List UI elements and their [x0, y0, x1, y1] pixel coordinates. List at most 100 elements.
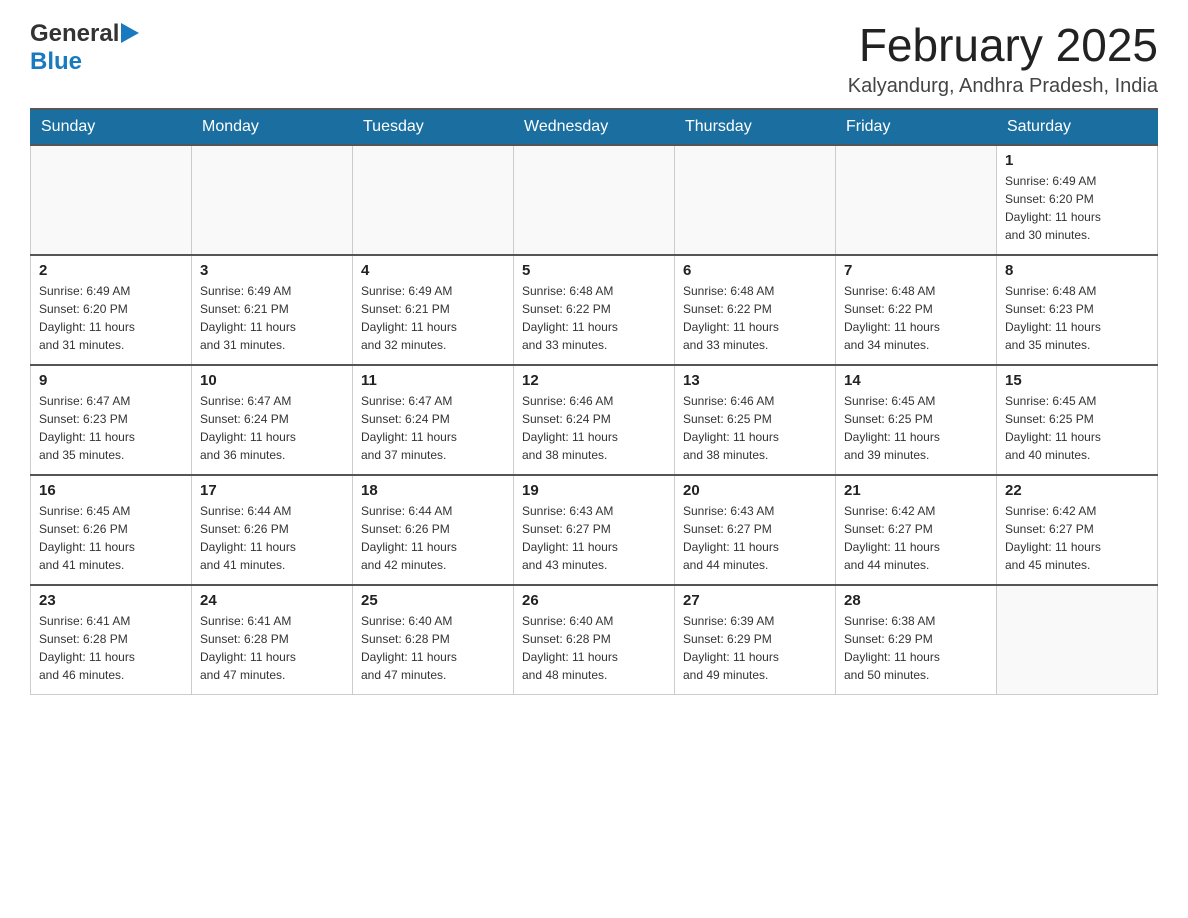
calendar-cell: 2 Sunrise: 6:49 AM Sunset: 6:20 PM Daylig…	[31, 255, 192, 365]
calendar-cell: 15 Sunrise: 6:45 AM Sunset: 6:25 PM Dayli…	[997, 365, 1158, 475]
day-info: Sunrise: 6:40 AM Sunset: 6:28 PM Dayligh…	[361, 612, 505, 684]
day-info: Sunrise: 6:49 AM Sunset: 6:21 PM Dayligh…	[361, 282, 505, 354]
calendar-cell: 14 Sunrise: 6:45 AM Sunset: 6:25 PM Dayli…	[836, 365, 997, 475]
logo-general-text: General	[30, 20, 119, 48]
calendar-cell: 18Sunrise: 6:44 AM Sunset: 6:26 PM Dayli…	[353, 475, 514, 585]
calendar-cell: 26Sunrise: 6:40 AM Sunset: 6:28 PM Dayli…	[514, 585, 675, 695]
day-info: Sunrise: 6:48 AM Sunset: 6:22 PM Dayligh…	[683, 282, 827, 354]
day-info: Sunrise: 6:44 AM Sunset: 6:26 PM Dayligh…	[200, 502, 344, 574]
calendar-cell: 1 Sunrise: 6:49 AM Sunset: 6:20 PM Daylig…	[997, 145, 1158, 255]
day-number: 13	[683, 372, 827, 389]
day-info: Sunrise: 6:47 AM Sunset: 6:23 PM Dayligh…	[39, 392, 183, 464]
calendar-cell: 12 Sunrise: 6:46 AM Sunset: 6:24 PM Dayli…	[514, 365, 675, 475]
day-number: 22	[1005, 482, 1149, 499]
calendar-cell: 17 Sunrise: 6:44 AM Sunset: 6:26 PM Dayli…	[192, 475, 353, 585]
weekday-header-thursday: Thursday	[675, 109, 836, 145]
day-number: 3	[200, 262, 344, 279]
day-number: 1	[1005, 152, 1149, 169]
calendar-cell: 9Sunrise: 6:47 AM Sunset: 6:23 PM Daylig…	[31, 365, 192, 475]
calendar-cell: 10Sunrise: 6:47 AM Sunset: 6:24 PM Dayli…	[192, 365, 353, 475]
day-number: 20	[683, 482, 827, 499]
calendar-header-row: SundayMondayTuesdayWednesdayThursdayFrid…	[31, 109, 1158, 145]
day-number: 17	[200, 482, 344, 499]
calendar-cell: 5Sunrise: 6:48 AM Sunset: 6:22 PM Daylig…	[514, 255, 675, 365]
day-number: 6	[683, 262, 827, 279]
day-info: Sunrise: 6:42 AM Sunset: 6:27 PM Dayligh…	[1005, 502, 1149, 574]
calendar-cell: 7 Sunrise: 6:48 AM Sunset: 6:22 PM Daylig…	[836, 255, 997, 365]
calendar-cell: 4 Sunrise: 6:49 AM Sunset: 6:21 PM Daylig…	[353, 255, 514, 365]
day-number: 14	[844, 372, 988, 389]
calendar-cell: 8 Sunrise: 6:48 AM Sunset: 6:23 PM Daylig…	[997, 255, 1158, 365]
day-number: 23	[39, 592, 183, 609]
day-info: Sunrise: 6:38 AM Sunset: 6:29 PM Dayligh…	[844, 612, 988, 684]
calendar-cell: 21 Sunrise: 6:42 AM Sunset: 6:27 PM Dayli…	[836, 475, 997, 585]
logo-blue-text: Blue	[30, 48, 82, 75]
calendar-cell: 25 Sunrise: 6:40 AM Sunset: 6:28 PM Dayli…	[353, 585, 514, 695]
logo-arrow-icon	[121, 23, 139, 48]
day-number: 11	[361, 372, 505, 389]
weekday-header-friday: Friday	[836, 109, 997, 145]
day-number: 2	[39, 262, 183, 279]
logo: General Blue	[30, 20, 139, 76]
day-info: Sunrise: 6:41 AM Sunset: 6:28 PM Dayligh…	[200, 612, 344, 684]
week-row-3: 9Sunrise: 6:47 AM Sunset: 6:23 PM Daylig…	[31, 365, 1158, 475]
calendar-cell	[836, 145, 997, 255]
day-info: Sunrise: 6:45 AM Sunset: 6:25 PM Dayligh…	[844, 392, 988, 464]
calendar-cell: 6 Sunrise: 6:48 AM Sunset: 6:22 PM Daylig…	[675, 255, 836, 365]
week-row-4: 16 Sunrise: 6:45 AM Sunset: 6:26 PM Dayli…	[31, 475, 1158, 585]
day-number: 15	[1005, 372, 1149, 389]
day-info: Sunrise: 6:48 AM Sunset: 6:22 PM Dayligh…	[844, 282, 988, 354]
calendar-cell	[353, 145, 514, 255]
day-info: Sunrise: 6:49 AM Sunset: 6:20 PM Dayligh…	[1005, 172, 1149, 244]
day-info: Sunrise: 6:47 AM Sunset: 6:24 PM Dayligh…	[361, 392, 505, 464]
location-title: Kalyandurg, Andhra Pradesh, India	[848, 75, 1158, 98]
day-info: Sunrise: 6:49 AM Sunset: 6:21 PM Dayligh…	[200, 282, 344, 354]
calendar-cell: 11 Sunrise: 6:47 AM Sunset: 6:24 PM Dayli…	[353, 365, 514, 475]
day-number: 25	[361, 592, 505, 609]
weekday-header-tuesday: Tuesday	[353, 109, 514, 145]
day-number: 24	[200, 592, 344, 609]
weekday-header-wednesday: Wednesday	[514, 109, 675, 145]
calendar-cell: 24 Sunrise: 6:41 AM Sunset: 6:28 PM Dayli…	[192, 585, 353, 695]
day-info: Sunrise: 6:46 AM Sunset: 6:24 PM Dayligh…	[522, 392, 666, 464]
calendar-cell	[192, 145, 353, 255]
day-number: 4	[361, 262, 505, 279]
calendar-cell: 27 Sunrise: 6:39 AM Sunset: 6:29 PM Dayli…	[675, 585, 836, 695]
weekday-header-saturday: Saturday	[997, 109, 1158, 145]
calendar-cell: 16 Sunrise: 6:45 AM Sunset: 6:26 PM Dayli…	[31, 475, 192, 585]
week-row-1: 1 Sunrise: 6:49 AM Sunset: 6:20 PM Daylig…	[31, 145, 1158, 255]
calendar-cell: 22 Sunrise: 6:42 AM Sunset: 6:27 PM Dayli…	[997, 475, 1158, 585]
calendar-cell: 19 Sunrise: 6:43 AM Sunset: 6:27 PM Dayli…	[514, 475, 675, 585]
day-number: 8	[1005, 262, 1149, 279]
week-row-5: 23 Sunrise: 6:41 AM Sunset: 6:28 PM Dayli…	[31, 585, 1158, 695]
calendar-cell: 20Sunrise: 6:43 AM Sunset: 6:27 PM Dayli…	[675, 475, 836, 585]
page-header: General Blue February 2025 Kalyandurg, A…	[30, 20, 1158, 98]
day-info: Sunrise: 6:42 AM Sunset: 6:27 PM Dayligh…	[844, 502, 988, 574]
day-info: Sunrise: 6:41 AM Sunset: 6:28 PM Dayligh…	[39, 612, 183, 684]
day-info: Sunrise: 6:39 AM Sunset: 6:29 PM Dayligh…	[683, 612, 827, 684]
month-title: February 2025	[848, 20, 1158, 71]
week-row-2: 2 Sunrise: 6:49 AM Sunset: 6:20 PM Daylig…	[31, 255, 1158, 365]
calendar-cell: 23 Sunrise: 6:41 AM Sunset: 6:28 PM Dayli…	[31, 585, 192, 695]
calendar-cell	[675, 145, 836, 255]
day-number: 18	[361, 482, 505, 499]
day-info: Sunrise: 6:45 AM Sunset: 6:26 PM Dayligh…	[39, 502, 183, 574]
calendar-table: SundayMondayTuesdayWednesdayThursdayFrid…	[30, 108, 1158, 696]
day-number: 7	[844, 262, 988, 279]
calendar-cell	[514, 145, 675, 255]
calendar-cell: 13 Sunrise: 6:46 AM Sunset: 6:25 PM Dayli…	[675, 365, 836, 475]
day-info: Sunrise: 6:48 AM Sunset: 6:23 PM Dayligh…	[1005, 282, 1149, 354]
day-info: Sunrise: 6:47 AM Sunset: 6:24 PM Dayligh…	[200, 392, 344, 464]
day-info: Sunrise: 6:48 AM Sunset: 6:22 PM Dayligh…	[522, 282, 666, 354]
day-info: Sunrise: 6:43 AM Sunset: 6:27 PM Dayligh…	[522, 502, 666, 574]
calendar-cell: 28Sunrise: 6:38 AM Sunset: 6:29 PM Dayli…	[836, 585, 997, 695]
day-info: Sunrise: 6:49 AM Sunset: 6:20 PM Dayligh…	[39, 282, 183, 354]
day-number: 19	[522, 482, 666, 499]
day-number: 27	[683, 592, 827, 609]
day-number: 12	[522, 372, 666, 389]
day-number: 21	[844, 482, 988, 499]
day-info: Sunrise: 6:45 AM Sunset: 6:25 PM Dayligh…	[1005, 392, 1149, 464]
day-info: Sunrise: 6:46 AM Sunset: 6:25 PM Dayligh…	[683, 392, 827, 464]
day-number: 16	[39, 482, 183, 499]
weekday-header-monday: Monday	[192, 109, 353, 145]
